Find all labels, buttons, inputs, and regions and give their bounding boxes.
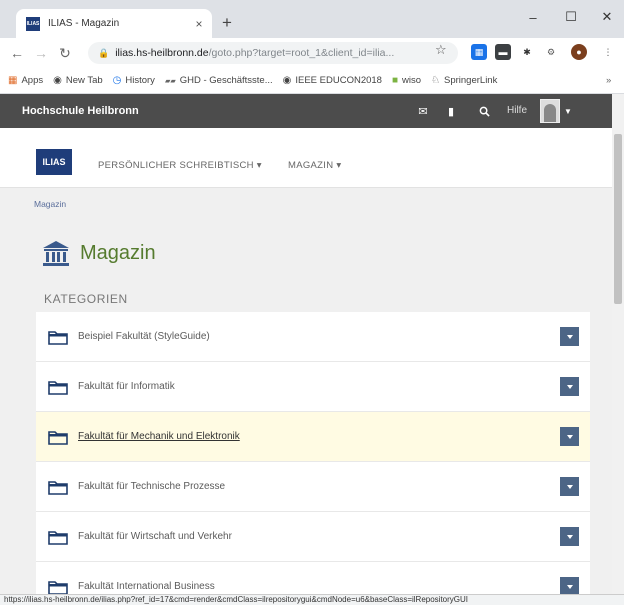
section-title-categories: KATEGORIEN: [44, 292, 128, 306]
category-row[interactable]: Fakultät für Wirtschaft und Verkehr: [36, 512, 590, 562]
site-title[interactable]: Hochschule Heilbronn: [22, 105, 139, 117]
chat-icon[interactable]: ▮: [437, 94, 465, 128]
apps-icon: ▦: [8, 75, 18, 86]
more-bookmarks-icon[interactable]: »: [606, 75, 611, 86]
menu-repository[interactable]: MAGAZIN ▾: [288, 160, 341, 171]
menu-personal-desktop[interactable]: PERSÖNLICHER SCHREIBTISCH ▾: [98, 160, 262, 171]
mail-icon[interactable]: ✉: [409, 94, 437, 128]
bookmark-apps[interactable]: ▦ Apps: [8, 75, 43, 86]
help-link[interactable]: Hilfe: [507, 105, 527, 116]
extension-window-icon[interactable]: ▬: [495, 44, 511, 60]
springer-icon: ♘: [431, 75, 440, 86]
page-header: Magazin: [42, 239, 156, 267]
actions-dropdown-button[interactable]: [560, 327, 579, 346]
forward-arrow-icon[interactable]: →: [30, 42, 52, 64]
profile-avatar-icon[interactable]: ●: [571, 44, 587, 60]
category-label[interactable]: Fakultät für Wirtschaft und Verkehr: [78, 531, 232, 542]
tab-title: ILIAS - Magazin: [48, 18, 120, 29]
caret-down-icon: [566, 384, 573, 389]
ilias-topbar: Hochschule Heilbronn ✉ ▮ Hilfe ▼: [0, 94, 612, 128]
category-row[interactable]: Fakultät International Business: [36, 562, 590, 594]
folder-icon: [48, 581, 68, 594]
category-row[interactable]: Fakultät für Technische Prozesse: [36, 462, 590, 512]
category-row[interactable]: Beispiel Fakultät (StyleGuide): [36, 312, 590, 362]
chrome-icon: ◉: [282, 75, 292, 86]
bookmark-star-icon[interactable]: ☆: [435, 42, 447, 58]
category-label[interactable]: Fakultät für Informatik: [78, 381, 175, 392]
tab-close-icon[interactable]: ×: [190, 15, 208, 33]
back-arrow-icon[interactable]: ←: [6, 42, 28, 64]
avatar-icon: [540, 99, 560, 123]
address-bar[interactable]: 🔒 ilias.hs-heilbronn.de /goto.php?target…: [88, 42, 458, 64]
category-row[interactable]: Fakultät für Informatik: [36, 362, 590, 412]
folder-icon: [48, 431, 68, 445]
page-title: Magazin: [80, 241, 156, 264]
url-domain: ilias.hs-heilbronn.de: [115, 47, 209, 59]
actions-dropdown-button[interactable]: [560, 427, 579, 446]
wiso-icon: ■: [391, 75, 399, 86]
bookmark-wiso[interactable]: ■ wiso: [392, 75, 421, 86]
status-bar-url: https://ilias.hs-heilbronn.de/ilias.php?…: [0, 594, 624, 605]
bookmarks-bar: ▦ Apps ◉ New Tab ◷ History ▰▰ GHD - Geschäft…: [0, 68, 624, 94]
reload-icon[interactable]: ↻: [54, 42, 76, 64]
folder-icon: [48, 481, 68, 495]
bookmark-new-tab[interactable]: ◉ New Tab: [53, 75, 103, 86]
history-icon: ◷: [112, 75, 122, 86]
extension-calendar-icon[interactable]: ▦: [471, 44, 487, 60]
page-scrollbar[interactable]: [612, 94, 624, 594]
ilias-favicon-icon: ILIAS: [26, 16, 40, 31]
url-path: /goto.php?target=root_1&client_id=ilia..…: [208, 47, 395, 59]
category-list: Beispiel Fakultät (StyleGuide) Fakultät …: [36, 312, 590, 594]
actions-dropdown-button[interactable]: [560, 527, 579, 546]
category-label[interactable]: Fakultät für Technische Prozesse: [78, 481, 225, 492]
category-label[interactable]: Beispiel Fakultät (StyleGuide): [78, 331, 210, 342]
user-menu[interactable]: ▼: [540, 98, 584, 124]
minimize-button[interactable]: –: [518, 6, 548, 28]
caret-down-icon: ▼: [564, 106, 572, 116]
maximize-button[interactable]: ☐: [556, 6, 586, 28]
bookmark-ieee[interactable]: ◉ IEEE EDUCON2018: [283, 75, 382, 86]
ilias-logo[interactable]: ILIAS: [36, 149, 72, 175]
category-row-hovered[interactable]: Fakultät für Mechanik und Elektronik: [36, 412, 590, 462]
close-window-button[interactable]: ✕: [592, 6, 622, 28]
chrome-icon: ◉: [53, 75, 62, 86]
breadcrumb[interactable]: Magazin: [34, 199, 66, 209]
repository-building-icon: [43, 241, 69, 266]
actions-dropdown-button[interactable]: [560, 477, 579, 496]
lock-icon: 🔒: [98, 47, 110, 58]
caret-down-icon: [566, 334, 573, 339]
category-label[interactable]: Fakultät für Mechanik und Elektronik: [78, 431, 240, 442]
bookmark-history[interactable]: ◷ History: [113, 75, 155, 86]
actions-dropdown-button[interactable]: [560, 577, 579, 594]
main-menu: ILIAS PERSÖNLICHER SCHREIBTISCH ▾ MAGAZI…: [0, 128, 612, 188]
caret-down-icon: [566, 434, 573, 439]
actions-dropdown-button[interactable]: [560, 377, 579, 396]
browser-tab[interactable]: ILIAS ILIAS - Magazin ×: [16, 9, 212, 38]
new-tab-button[interactable]: +: [216, 12, 238, 34]
extension-gear-icon[interactable]: ⚙: [543, 44, 559, 60]
ghd-icon: ▰▰: [164, 77, 176, 85]
search-icon[interactable]: [470, 94, 498, 128]
chrome-menu-icon[interactable]: ⋮: [600, 44, 616, 60]
folder-icon: [48, 331, 68, 345]
browser-tabstrip: ILIAS ILIAS - Magazin × + – ☐ ✕: [0, 0, 624, 38]
caret-down-icon: [566, 534, 573, 539]
scrollbar-thumb[interactable]: [614, 134, 622, 304]
folder-icon: [48, 381, 68, 395]
ilias-page: Hochschule Heilbronn ✉ ▮ Hilfe ▼ ILIAS P…: [0, 94, 612, 594]
category-label[interactable]: Fakultät International Business: [78, 581, 215, 592]
caret-down-icon: [566, 484, 573, 489]
folder-icon: [48, 531, 68, 545]
caret-down-icon: [566, 584, 573, 589]
extension-puzzle-icon[interactable]: ✱: [519, 44, 535, 60]
bookmark-springer[interactable]: ♘ SpringerLink: [431, 75, 497, 86]
bookmark-ghd[interactable]: ▰▰ GHD - Geschäftsste...: [165, 75, 273, 86]
